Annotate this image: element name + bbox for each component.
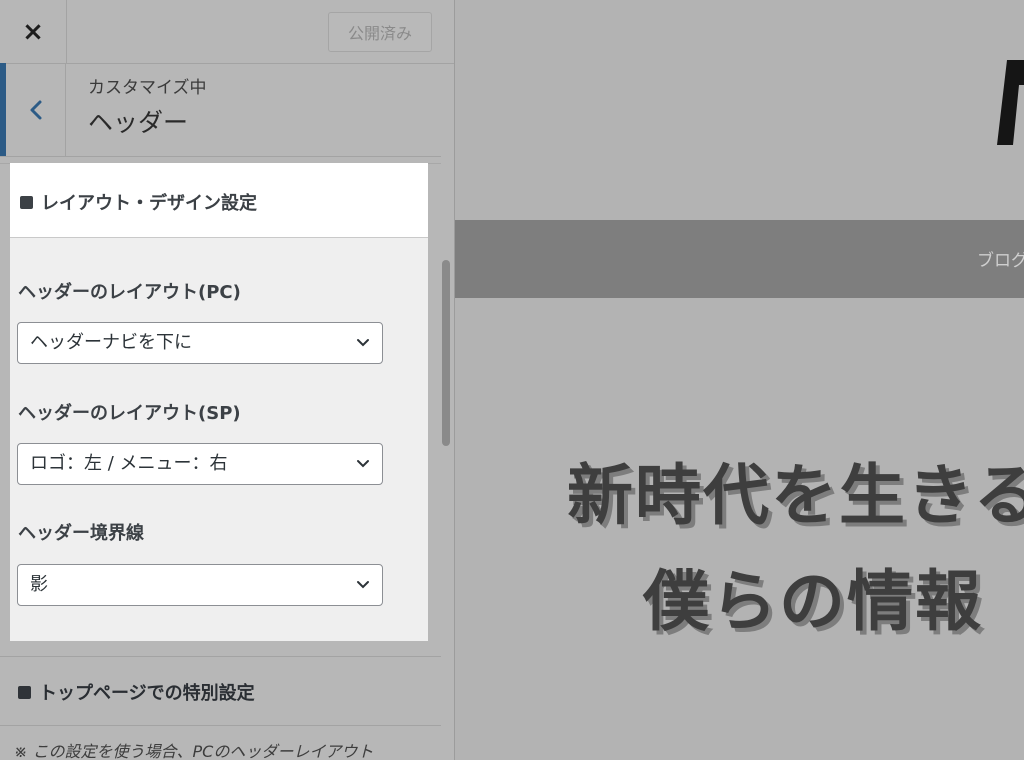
customizer-sidebar: × 公開済み カスタマイズ中 ヘッダー レイアウト・デザイン設定 ヘッダーのレイ… [0, 0, 455, 760]
chevron-down-icon [357, 460, 369, 468]
square-bullet-icon [18, 685, 31, 699]
chevron-down-icon [357, 581, 369, 589]
pc-layout-label: ヘッダーのレイアウト(PC) [18, 282, 241, 303]
hero-line-2: 僕らの情報 [643, 563, 983, 640]
breadcrumb: カスタマイズ中 [88, 78, 207, 98]
sp-layout-select[interactable]: ロゴ：左 / メニュー：右 [17, 443, 383, 485]
section-header: カスタマイズ中 ヘッダー [0, 63, 441, 157]
close-button[interactable]: × [0, 0, 67, 63]
customizer-topbar: × 公開済み [0, 0, 454, 64]
top-page-section-label: トップページでの特別設定 [39, 683, 255, 704]
hero-line-1: 新時代を生きる [567, 457, 1024, 534]
site-logo[interactable] [995, 55, 1024, 150]
sidebar-scrollbar[interactable] [442, 260, 450, 446]
section-title: ヘッダー [88, 108, 189, 137]
top-page-note: ※ この設定を使う場合、PCのヘッダーレイアウト [14, 742, 374, 760]
square-bullet-icon [20, 195, 33, 209]
layout-design-panel: レイアウト・デザイン設定 ヘッダーのレイアウト(PC) ヘッダーナビを下に ヘッ… [10, 163, 428, 641]
header-border-value: 影 [30, 574, 48, 595]
close-icon: × [22, 16, 44, 47]
header-border-label: ヘッダー境界線 [18, 523, 144, 544]
top-page-section-heading[interactable]: トップページでの特別設定 [0, 656, 441, 726]
nav-item-blog[interactable]: ブログ [977, 246, 1024, 271]
pc-layout-value: ヘッダーナビを下に [30, 332, 192, 353]
site-preview: ブログ 新時代を生きる 僕らの情報 [455, 0, 1024, 760]
publish-button[interactable]: 公開済み [328, 12, 432, 52]
back-button[interactable] [0, 63, 66, 156]
chevron-left-icon [30, 100, 41, 119]
sp-layout-value: ロゴ：左 / メニュー：右 [30, 453, 228, 474]
layout-design-heading-label: レイアウト・デザイン設定 [41, 193, 257, 214]
chevron-down-icon [357, 339, 369, 347]
layout-design-heading[interactable]: レイアウト・デザイン設定 [10, 163, 428, 238]
header-border-select[interactable]: 影 [17, 564, 383, 606]
sp-layout-label: ヘッダーのレイアウト(SP) [18, 403, 241, 424]
header-navbar: ブログ [455, 220, 1024, 298]
pc-layout-select[interactable]: ヘッダーナビを下に [17, 322, 383, 364]
